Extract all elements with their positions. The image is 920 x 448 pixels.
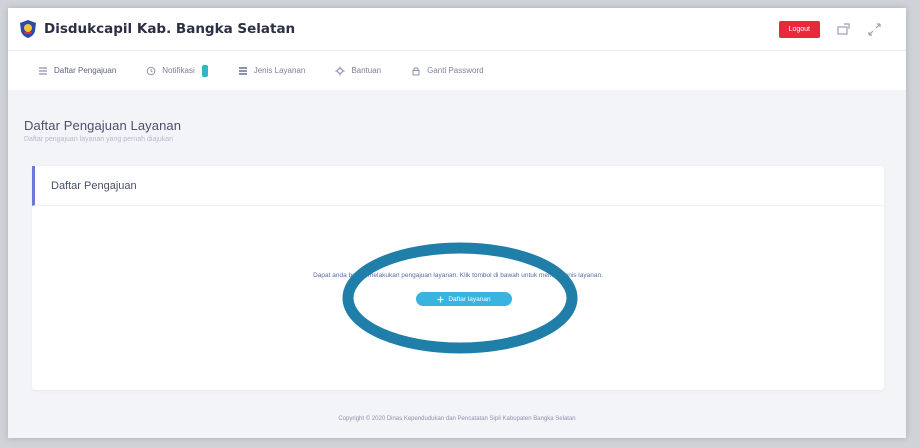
fullscreen-icon[interactable] — [867, 22, 882, 37]
daftar-layanan-button[interactable]: Daftar layanan — [416, 292, 512, 306]
plus-icon — [437, 296, 444, 302]
grid-icon — [238, 66, 247, 75]
card-header: Daftar Pengajuan — [32, 166, 884, 206]
tab-label: Jenis Layanan — [253, 66, 306, 75]
tab-ganti-password[interactable]: Ganti Password — [407, 60, 487, 82]
screen-icon[interactable] — [836, 22, 851, 37]
footer-copyright: Copyright © 2020 Dinas Kependudukan dan … — [338, 416, 576, 422]
nav-tabs: Daftar Pengajuan Notifikasi Jenis Layana… — [8, 50, 906, 90]
page-title: Daftar Pengajuan Layanan — [24, 118, 182, 133]
list-icon — [39, 66, 47, 75]
empty-state-message: Dapat anda belum melakukan pengajuan lay… — [313, 272, 603, 279]
brand[interactable]: Disdukcapil Kab. Bangka Selatan — [20, 20, 295, 38]
card-title: Daftar Pengajuan — [51, 179, 137, 192]
bell-icon — [146, 66, 156, 75]
app-title: Disdukcapil Kab. Bangka Selatan — [44, 21, 296, 37]
header-actions: Logout — [778, 20, 894, 38]
lock-icon — [412, 66, 420, 75]
notification-badge — [201, 64, 208, 77]
tab-label: Notifikasi — [162, 66, 195, 75]
tab-label: Bantuan — [351, 66, 382, 75]
top-header: Disdukcapil Kab. Bangka Selatan Logout — [8, 8, 906, 50]
submission-card: Daftar Pengajuan Dapat anda belum melaku… — [32, 166, 884, 390]
tab-daftar-pengajuan[interactable]: Daftar Pengajuan — [34, 60, 120, 82]
app-window: Disdukcapil Kab. Bangka Selatan Logout D… — [8, 8, 906, 438]
tab-label: Daftar Pengajuan — [54, 66, 117, 75]
logout-button[interactable]: Logout — [778, 20, 820, 38]
tab-jenis-layanan[interactable]: Jenis Layanan — [234, 60, 310, 82]
help-icon — [335, 66, 345, 75]
button-label: Daftar layanan — [448, 295, 491, 303]
shield-logo-icon — [20, 20, 36, 38]
page-subtitle: Daftar pengajuan layanan yang pernah dia… — [24, 136, 174, 143]
page-heading: Daftar Pengajuan Layanan Daftar pengajua… — [24, 118, 181, 143]
tab-label: Ganti Password — [427, 66, 484, 75]
tab-notifikasi[interactable]: Notifikasi — [142, 59, 211, 83]
tab-bantuan[interactable]: Bantuan — [331, 60, 385, 82]
